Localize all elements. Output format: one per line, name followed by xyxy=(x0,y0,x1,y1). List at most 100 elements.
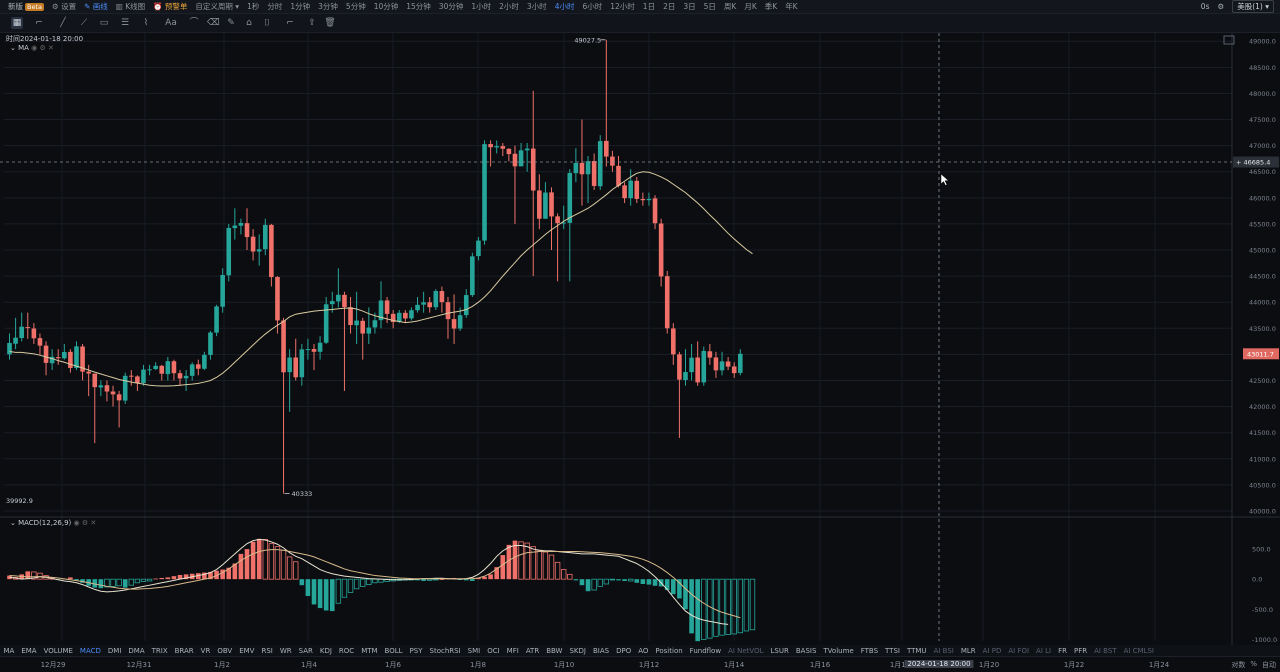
period-12[interactable]: 6小时 xyxy=(578,1,606,12)
indicator-ftbs[interactable]: FTBS xyxy=(857,647,881,655)
period-2[interactable]: 1分钟 xyxy=(286,1,314,12)
ma-eye-icon[interactable]: ◉ ⚙ ✕ xyxy=(31,44,54,52)
indicator-vr[interactable]: VR xyxy=(197,647,214,655)
indicator-dpo[interactable]: DPO xyxy=(613,647,635,655)
indicator-bar: MA EMA VOLUME MACD DMI DMA TRIX BRAR VR OBV EMV RSI… xyxy=(0,645,1280,656)
indicator-atr[interactable]: ATR xyxy=(522,647,542,655)
indicator-obv[interactable]: OBV xyxy=(214,647,236,655)
indicator-bias[interactable]: BIAS xyxy=(589,647,612,655)
period-10[interactable]: 3小时 xyxy=(523,1,551,12)
erase-icon[interactable]: ⌫ xyxy=(207,17,220,29)
period-13[interactable]: 12小时 xyxy=(606,1,639,12)
indicator-tvolume[interactable]: TVolume xyxy=(820,647,857,655)
indicator-pfr[interactable]: PFR xyxy=(1070,647,1090,655)
indicator-wr[interactable]: WR xyxy=(276,647,295,655)
custom-period-button[interactable]: 自定义周期 ▾ xyxy=(191,1,243,12)
indicator-ttsi[interactable]: TTSI xyxy=(882,647,904,655)
alert-button[interactable]: ⏰ 预警单 xyxy=(149,1,191,12)
new-version-toggle[interactable]: 新版 Beta xyxy=(0,1,48,12)
indicator-rsi[interactable]: RSI xyxy=(258,647,276,655)
crosshair-icon[interactable]: ▦ xyxy=(11,17,23,29)
indicator-brar[interactable]: BRAR xyxy=(171,647,197,655)
indicator-ma[interactable]: MA xyxy=(0,647,18,655)
indicator-roc[interactable]: ROC xyxy=(335,647,357,655)
rect-icon[interactable]: ▭ xyxy=(98,17,110,29)
indicator-sar[interactable]: SAR xyxy=(295,647,316,655)
period-15[interactable]: 2日 xyxy=(659,1,679,12)
settings-button[interactable]: ⚙ 设置 xyxy=(48,1,80,12)
indicator-ai-bst[interactable]: AI BST xyxy=(1091,647,1120,655)
period-19[interactable]: 月K xyxy=(740,1,760,12)
market-select[interactable]: 美股(1) ▾ xyxy=(1232,0,1274,13)
period-3[interactable]: 3分钟 xyxy=(314,1,342,12)
indicator-fr[interactable]: FR xyxy=(1055,647,1071,655)
indicator-mfi[interactable]: MFI xyxy=(503,647,522,655)
chart-canvas[interactable]: 49000.0 48500.0 48000.0 47500.0 47000.0 46500… xyxy=(0,33,1280,645)
indicator-ttmu[interactable]: TTMU xyxy=(903,647,930,655)
period-21[interactable]: 年K xyxy=(781,1,801,12)
ray-icon[interactable]: ╱ xyxy=(57,17,69,29)
indicator-ai-pd[interactable]: AI PD xyxy=(979,647,1005,655)
indicator-skdj[interactable]: SKDJ xyxy=(566,647,590,655)
period-17[interactable]: 5日 xyxy=(700,1,720,12)
pencil-icon[interactable]: ✎ xyxy=(225,17,237,29)
indicator-fundflow[interactable]: Fundflow xyxy=(686,647,724,655)
indicator-trix[interactable]: TRIX xyxy=(148,647,171,655)
indicator-macd[interactable]: MACD xyxy=(76,647,104,655)
indicator-ai-cmlsi[interactable]: AI CMLSI xyxy=(1120,647,1157,655)
fib-icon[interactable]: ☰ xyxy=(119,17,131,29)
period-9[interactable]: 2小时 xyxy=(495,1,523,12)
indicator-ao[interactable]: AO xyxy=(635,647,652,655)
eye-icon[interactable]: ⌐ xyxy=(284,17,296,29)
measure-icon[interactable]: ⌒ xyxy=(188,17,200,29)
trash-icon[interactable]: 🗑 xyxy=(324,17,336,29)
indicator-dmi[interactable]: DMI xyxy=(104,647,125,655)
lock-icon[interactable]: ⌷ xyxy=(261,17,273,29)
indicator-stochrsi[interactable]: StochRSI xyxy=(426,647,464,655)
share-icon[interactable]: ⇪ xyxy=(306,17,318,29)
indicator-lsur[interactable]: LSUR xyxy=(767,647,792,655)
brush-icon[interactable]: ⌇ xyxy=(140,17,152,29)
indicator-boll[interactable]: BOLL xyxy=(381,647,406,655)
period-7[interactable]: 30分钟 xyxy=(435,1,468,12)
period-0[interactable]: 1秒 xyxy=(243,1,263,12)
indicator-ai-netvol[interactable]: AI NetVOL xyxy=(725,647,767,655)
period-4[interactable]: 5分钟 xyxy=(342,1,370,12)
period-11[interactable]: 4小时 xyxy=(551,1,579,12)
period-14[interactable]: 1日 xyxy=(639,1,659,12)
indicator-kdj[interactable]: KDJ xyxy=(316,647,335,655)
indicator-volume[interactable]: VOLUME xyxy=(40,647,76,655)
draw-button[interactable]: ✎ 画线 xyxy=(80,1,112,12)
indicator-ai-bsi[interactable]: AI BSI xyxy=(930,647,957,655)
indicator-oci[interactable]: OCI xyxy=(484,647,503,655)
indicator-bbw[interactable]: BBW xyxy=(543,647,566,655)
period-16[interactable]: 3日 xyxy=(679,1,699,12)
period-20[interactable]: 季K xyxy=(761,1,781,12)
indicator-dma[interactable]: DMA xyxy=(125,647,148,655)
indicator-emv[interactable]: EMV xyxy=(236,647,258,655)
macd-eye-icon[interactable]: ◉ ⚙ ✕ xyxy=(74,519,97,527)
indicator-ai-li[interactable]: AI LI xyxy=(1033,647,1055,655)
text-icon[interactable]: Aa xyxy=(165,17,177,29)
indicator-mlr[interactable]: MLR xyxy=(957,647,979,655)
indicator-mtm[interactable]: MTM xyxy=(358,647,381,655)
scale-button-2[interactable]: 自动 xyxy=(1262,660,1276,670)
period-1[interactable]: 分时 xyxy=(263,1,286,12)
indicator-ema[interactable]: EMA xyxy=(18,647,40,655)
indicator-basis[interactable]: BASIS xyxy=(792,647,820,655)
scale-button-1[interactable]: % xyxy=(1250,660,1257,670)
period-8[interactable]: 1小时 xyxy=(467,1,495,12)
indicator-psy[interactable]: PSY xyxy=(406,647,426,655)
period-6[interactable]: 15分钟 xyxy=(402,1,435,12)
settings-gear-icon[interactable]: ⚙ xyxy=(1217,2,1224,11)
indicator-position[interactable]: Position xyxy=(652,647,686,655)
magnet-icon[interactable]: ⌂ xyxy=(243,17,255,29)
indicator-ai-foi[interactable]: AI FOI xyxy=(1005,647,1033,655)
period-5[interactable]: 10分钟 xyxy=(370,1,403,12)
line-icon[interactable]: ⌐ xyxy=(33,17,45,29)
scale-button-0[interactable]: 对数 xyxy=(1231,660,1245,670)
period-18[interactable]: 周K xyxy=(720,1,740,12)
chart-type-button[interactable]: ▥ K线图 xyxy=(112,1,149,12)
indicator-smi[interactable]: SMI xyxy=(464,647,484,655)
trend-icon[interactable]: ⟋ xyxy=(78,17,90,29)
